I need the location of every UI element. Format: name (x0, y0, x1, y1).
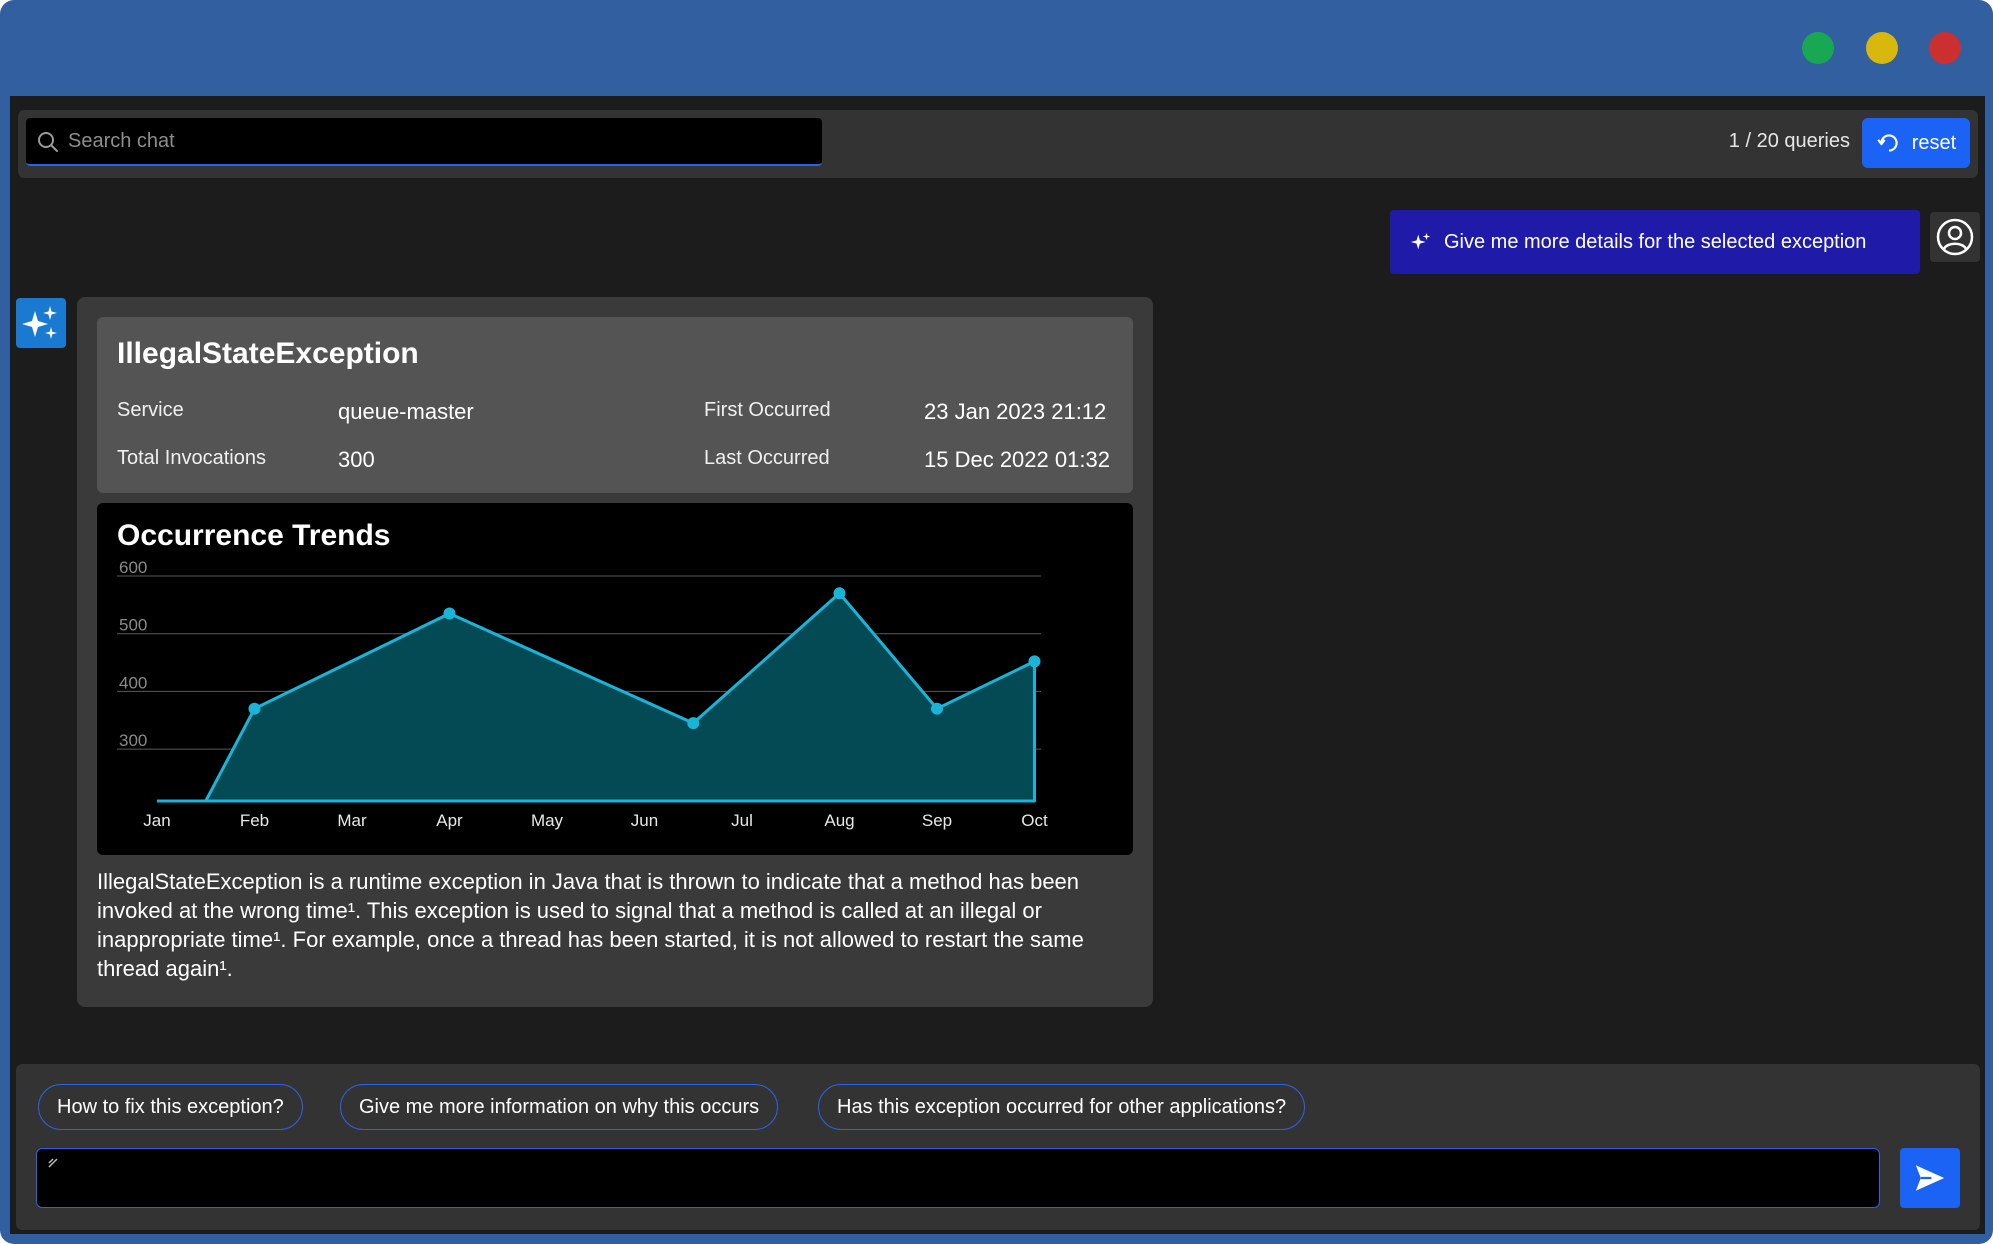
user-message-text: Give me more details for the selected ex… (1444, 230, 1867, 253)
search-box[interactable] (26, 118, 822, 166)
exception-description: IllegalStateException is a runtime excep… (97, 869, 1084, 981)
x-tick-label: Mar (337, 811, 367, 830)
last-occurred-label: Last Occurred (704, 447, 830, 469)
data-point (687, 717, 700, 730)
data-point (1028, 655, 1041, 668)
y-tick-label: 600 (119, 558, 147, 577)
suggestion-chip[interactable]: Give me more information on why this occ… (340, 1084, 779, 1130)
chat-input[interactable] (49, 1157, 1869, 1199)
app-window: 1 / 20 queries reset Give me more detail… (0, 0, 1993, 1244)
x-tick-label: Jul (731, 811, 753, 830)
assistant-avatar (16, 298, 66, 348)
x-tick-label: May (531, 811, 564, 830)
maximize-window-button[interactable] (1802, 32, 1834, 64)
search-input[interactable] (68, 118, 808, 164)
first-occurred-label: First Occurred (704, 399, 831, 421)
exception-title: IllegalStateException (117, 337, 419, 370)
total-invocations-label: Total Invocations (117, 447, 266, 469)
sparkle-icon (22, 306, 57, 339)
data-point (833, 587, 846, 600)
occurrence-trends-chart: Occurrence Trends 300 400 500 600 Jan Feb Mar A… (97, 503, 1133, 855)
title-bar (0, 0, 1993, 96)
chat-toolbar: 1 / 20 queries reset (18, 110, 1978, 178)
chart-canvas: 300 400 500 600 Jan Feb Mar Apr May Jun Jul Aug Sep O… (117, 558, 1048, 830)
reset-button[interactable]: reset (1862, 118, 1970, 168)
x-tick-label: Aug (824, 811, 854, 830)
chat-footer: How to fix this exception? Give me more … (16, 1064, 1980, 1230)
data-point (931, 702, 943, 715)
user-avatar (1930, 212, 1980, 262)
y-tick-label: 300 (119, 731, 147, 750)
minimize-window-button[interactable] (1866, 32, 1898, 64)
close-window-button[interactable] (1929, 32, 1961, 64)
last-occurred-value: 15 Dec 2022 01:32 (924, 447, 1110, 472)
send-button[interactable] (1900, 1148, 1960, 1208)
service-label: Service (117, 399, 184, 421)
sparkle-icon (1410, 232, 1431, 250)
user-icon (1936, 218, 1974, 256)
y-tick-label: 400 (119, 673, 147, 692)
x-tick-label: Feb (240, 811, 269, 830)
x-tick-label: Jan (143, 811, 170, 830)
x-tick-label: Jun (631, 811, 658, 830)
first-occurred-value: 23 Jan 2023 21:12 (924, 399, 1107, 424)
assistant-response-card: IllegalStateException Service queue-mast… (77, 297, 1153, 1007)
user-message-bubble: Give me more details for the selected ex… (1390, 210, 1920, 274)
search-icon (38, 132, 58, 152)
exception-details-card: IllegalStateException Service queue-mast… (97, 317, 1133, 493)
total-invocations-value: 300 (338, 447, 375, 472)
service-value: queue-master (338, 399, 474, 424)
send-icon (1915, 1165, 1945, 1191)
suggestion-chip[interactable]: How to fix this exception? (38, 1084, 303, 1130)
reset-label: reset (1911, 131, 1957, 154)
area-fill (157, 593, 1035, 801)
y-tick-label: 500 (119, 616, 147, 635)
reset-icon (1877, 134, 1898, 152)
data-point (248, 702, 261, 715)
query-counter: 1 / 20 queries (1728, 130, 1850, 152)
chat-panel: 1 / 20 queries reset Give me more detail… (10, 96, 1985, 1234)
suggestion-chip[interactable]: Has this exception occurred for other ap… (818, 1084, 1306, 1130)
x-tick-label: Apr (436, 811, 463, 830)
x-tick-label: Sep (922, 811, 952, 830)
data-point (443, 607, 456, 620)
x-tick-label: Oct (1021, 811, 1048, 830)
chat-input-box[interactable] (36, 1148, 1880, 1208)
